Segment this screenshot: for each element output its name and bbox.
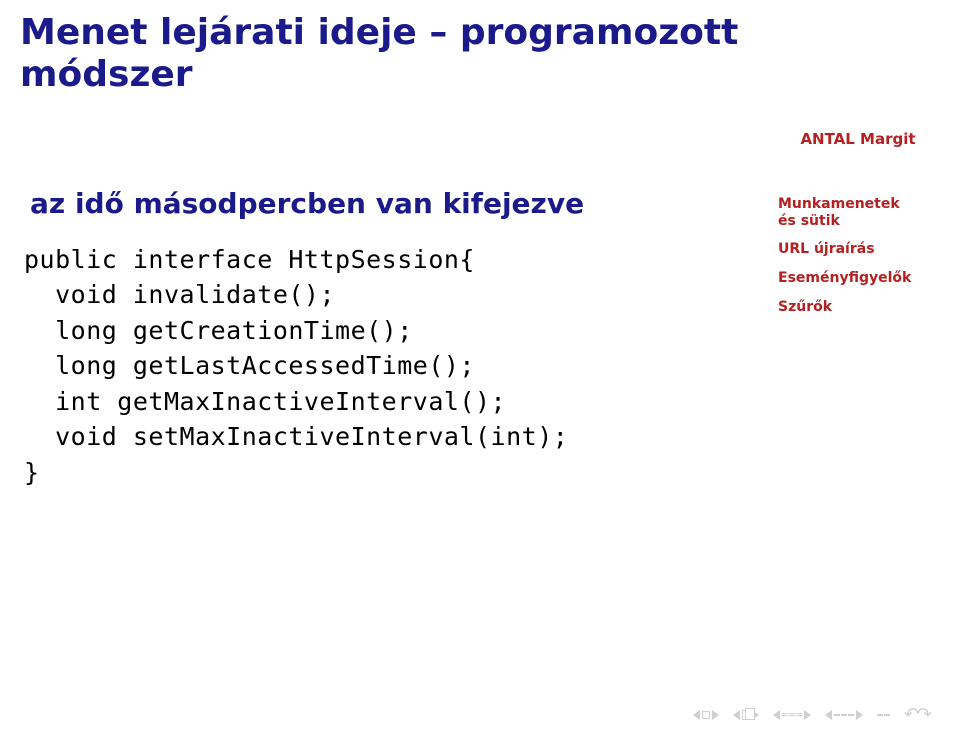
bar-icon — [877, 714, 890, 716]
nav-item-listeners[interactable]: Eseményfigyelők — [778, 270, 948, 287]
triangle-left-icon — [733, 710, 740, 720]
code-block: public interface HttpSession{ void inval… — [24, 242, 740, 491]
sidebar-title-line: Menetkezelés. — [797, 65, 919, 83]
slide: Menet lejárati ideje – programozott móds… — [0, 0, 960, 735]
nav-label: Eseményfigyelők — [778, 270, 911, 286]
title-line-1: Menet lejárati ideje – programozott — [20, 12, 738, 53]
nav-item-filters[interactable]: Szűrők — [778, 299, 948, 316]
sidebar-nav: Munkamenetek és sütik URL újraírás Esemé… — [768, 196, 948, 316]
sidebar-title-line: Java — [840, 10, 876, 28]
slide-title: Menet lejárati ideje – programozott móds… — [20, 12, 740, 97]
sidebar-title-line: 4. előadás — [815, 47, 902, 65]
nav-prev-subsection[interactable] — [825, 710, 863, 720]
sidebar-title-line: Eseményfigyelők. — [784, 83, 933, 101]
triangle-left-icon — [693, 710, 700, 720]
slide-subtitle: az idő másodpercben van kifejezve — [30, 187, 740, 220]
nav-item-sessions[interactable]: Munkamenetek és sütik — [778, 196, 948, 230]
triangle-left-icon — [825, 710, 832, 720]
nav-item-url-rewrite[interactable]: URL újraírás — [778, 241, 948, 258]
sidebar-title-line: Szűrők. — [826, 101, 890, 119]
triangle-right-icon — [712, 710, 719, 720]
nav-label: és sütik — [778, 213, 840, 229]
beamer-nav: ↶↷ — [693, 704, 930, 725]
bars-icon — [782, 713, 802, 716]
triangle-right-icon — [856, 710, 863, 720]
nav-appendix[interactable] — [877, 714, 890, 716]
nav-label: URL újraírás — [778, 241, 875, 257]
title-line-2: módszer — [20, 54, 193, 95]
main-content: Menet lejárati ideje – programozott móds… — [20, 12, 740, 490]
sidebar-title-line: technológiák – — [797, 28, 919, 46]
triangle-left-icon — [773, 710, 780, 720]
bar-icon — [834, 714, 854, 716]
nav-label: Szűrők — [778, 299, 832, 315]
square-icon — [702, 711, 710, 719]
sidebar-author: ANTAL Margit — [768, 130, 948, 148]
nav-label: Munkamenetek — [778, 196, 900, 212]
nav-back-forward[interactable]: ↶↷ — [904, 704, 930, 725]
sidebar-title: Java technológiák – 4. előadás Menetkeze… — [768, 10, 948, 120]
nav-prev-slide[interactable] — [693, 710, 719, 720]
sidebar: Java technológiák – 4. előadás Menetkeze… — [768, 10, 948, 328]
stack-icon — [742, 710, 750, 720]
triangle-right-icon — [804, 710, 811, 720]
nav-prev-section[interactable] — [773, 710, 811, 720]
nav-prev-frame[interactable] — [733, 710, 759, 720]
